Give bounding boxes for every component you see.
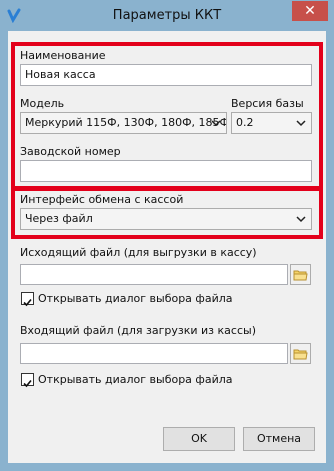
dialog-window: Параметры ККТ ✕ Наименование Новая касса… [0,0,334,471]
window-title: Параметры ККТ [112,8,222,23]
model-label: Модель [20,97,65,110]
interface-label: Интерфейс обмена с кассой [20,193,184,206]
outgoing-browse-button[interactable] [290,264,311,285]
name-label: Наименование [20,49,106,62]
chevron-down-icon [211,120,221,127]
serial-input[interactable] [20,160,312,182]
chevron-down-icon [296,216,306,223]
folder-icon [293,349,308,360]
incoming-dialog-label[interactable]: Открывать диалог выбора файла [38,373,233,386]
base-version-value: 0.2 [236,116,254,129]
checkmark-icon [23,298,32,307]
name-input[interactable]: Новая касса [20,64,312,86]
base-version-label: Версия базы [231,97,304,110]
dialog-body: Наименование Новая касса Модель Меркурий… [8,31,326,463]
incoming-dialog-checkbox[interactable] [21,373,34,388]
serial-label: Заводской номер [20,145,121,158]
ok-button[interactable]: OK [163,427,235,451]
outgoing-file-label: Исходящий файл (для выгрузки в кассу) [20,246,257,259]
outgoing-dialog-checkbox[interactable] [21,292,34,307]
incoming-file-input[interactable] [20,343,288,364]
checkmark-icon [23,379,32,388]
outgoing-dialog-label[interactable]: Открывать диалог выбора файла [38,292,233,305]
outgoing-file-input[interactable] [20,264,288,285]
model-select-value: Меркурий 115Ф, 130Ф, 180Ф, 185Ф [25,116,227,129]
cancel-button[interactable]: Отмена [243,427,315,451]
interface-select[interactable]: Через файл [20,208,312,230]
base-version-select[interactable]: 0.2 [231,112,312,134]
incoming-browse-button[interactable] [290,343,311,364]
folder-icon [293,270,308,281]
close-button[interactable]: ✕ [292,1,328,21]
model-select[interactable]: Меркурий 115Ф, 130Ф, 180Ф, 185Ф [20,112,227,134]
incoming-file-label: Входящий файл (для загрузки из кассы) [20,324,256,337]
interface-select-value: Через файл [25,212,93,225]
close-icon: ✕ [304,3,316,19]
chevron-down-icon [296,120,306,127]
title-bar[interactable]: Параметры ККТ ✕ [0,0,334,31]
